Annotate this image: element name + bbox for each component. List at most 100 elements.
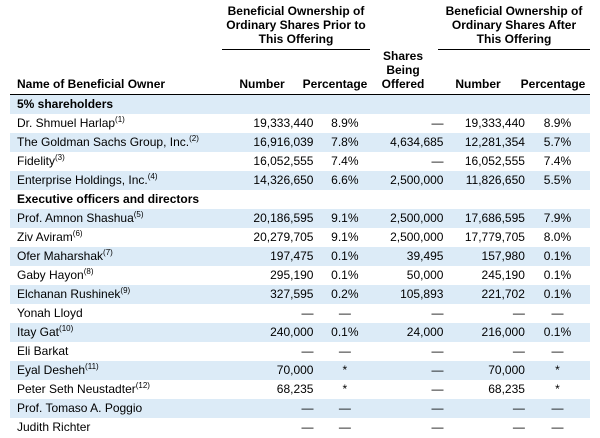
percentage-cell: 0.1% (316, 323, 374, 342)
number-cell: — (301, 306, 314, 320)
owner-name: Eyal Desheh (17, 363, 86, 377)
footnote-ref: (4) (147, 172, 158, 181)
number-after-cell: 216,000 (445, 323, 525, 342)
shares-offered-cell: — (431, 420, 444, 434)
shares-offered-cell: 2,500,000 (373, 171, 446, 190)
prior-group-underline (222, 49, 370, 50)
section-title: 5% shareholders (10, 95, 590, 114)
percentage-cell: 9.1% (331, 230, 359, 244)
shares-offered-cell: 4,634,685 (373, 133, 446, 152)
percentage-after-cell: — (551, 420, 564, 434)
col-header-number-after: Number (455, 77, 501, 91)
col-header-number: Number (239, 77, 285, 91)
ownership-table-container: Beneficial Ownership of Ordinary Shares … (0, 0, 600, 438)
percentage-cell: * (342, 382, 348, 396)
table-row: Judith Richter — — — — — (10, 418, 590, 437)
section-row: 5% shareholders (10, 95, 590, 114)
number-cell: — (301, 420, 314, 434)
owner-name-cell: Yonah Lloyd (10, 304, 234, 323)
table-row: Ziv Aviram(6) 20,279,705 9.1% 2,500,000 17,7… (10, 228, 590, 247)
prior-group-line-2: Ordinary Shares Prior to (226, 18, 366, 32)
number-after-cell: 12,281,354 (445, 133, 525, 152)
footnote-ref: (1) (115, 115, 125, 124)
percentage-cell: 0.2% (316, 285, 374, 304)
number-cell: 20,186,595 (233, 209, 317, 228)
number-cell: 20,279,705 (253, 230, 314, 244)
number-cell: 240,000 (233, 323, 317, 342)
table-row: Itay Gat(10) 240,000 0.1% 24,000 216,000 0.1% (10, 323, 590, 342)
owner-name: Itay Gat (17, 325, 60, 339)
owner-name-cell: Dr. Shmuel Harlap(1) (10, 114, 234, 133)
owner-name-cell: Eli Barkat (10, 342, 234, 361)
after-offering-group-header: Beneficial Ownership of Ordinary Shares … (438, 4, 590, 50)
shares-offered-cell: 2,500,000 (373, 209, 446, 228)
percentage-after-cell: — (524, 399, 590, 418)
number-after-cell: 19,333,440 (464, 116, 525, 130)
number-after-cell: — (512, 306, 525, 320)
number-after-cell: 245,190 (481, 268, 525, 282)
footnote-ref: (10) (59, 324, 74, 333)
shares-offered-cell: 50,000 (406, 268, 444, 282)
percentage-cell: — (316, 399, 374, 418)
owner-name: Elchanan Rushinek (17, 287, 121, 301)
col-header-percentage-after: Percentage (520, 77, 586, 91)
number-cell: 327,595 (233, 285, 317, 304)
percentage-cell: 0.1% (316, 247, 374, 266)
number-cell: 14,326,650 (233, 171, 317, 190)
percentage-after-cell: 0.1% (543, 268, 572, 282)
percentage-after-cell: 0.1% (524, 323, 590, 342)
owner-name: Judith Richter (17, 420, 91, 434)
table-row: Eyal Desheh(11) 70,000 * —70,000 * (10, 361, 590, 380)
number-cell: 68,235 (276, 382, 314, 396)
shares-offered-cell: — (431, 306, 444, 320)
table-row: Ofer Maharshak(7) 197,475 0.1% 39,495 157,98… (10, 247, 590, 266)
percentage-after-cell: * (524, 361, 590, 380)
footnote-ref: (7) (103, 248, 113, 257)
percentage-after-cell: 8.9% (543, 116, 572, 130)
percentage-cell: * (316, 361, 374, 380)
offered-line-1: Shares (382, 49, 424, 63)
owner-name-cell: Ofer Maharshak(7) (10, 247, 234, 266)
offered-line-3: Offered (381, 77, 425, 91)
number-after-cell: 17,779,705 (464, 230, 525, 244)
table-row: The Goldman Sachs Group, Inc.(2) 16,916,0… (10, 133, 590, 152)
owner-name-cell: Itay Gat(10) (10, 323, 234, 342)
owner-name: The Goldman Sachs Group, Inc. (17, 135, 190, 149)
owner-name: Ziv Aviram (17, 230, 73, 244)
number-after-cell: 16,052,555 (464, 154, 525, 168)
col-header-name: Name of Beneficial Owner (17, 77, 166, 91)
owner-name: Fidelity (17, 154, 56, 168)
footnote-ref: (9) (120, 286, 131, 295)
owner-name-cell: Eyal Desheh(11) (10, 361, 234, 380)
table-row: Enterprise Holdings, Inc.(4) 14,326,650 6.… (10, 171, 590, 190)
number-after-cell: 17,686,595 (445, 209, 525, 228)
owner-name-cell: Gaby Hayon(8) (10, 266, 234, 285)
shares-offered-cell: — (431, 382, 444, 396)
table-row: Yonah Lloyd — — — — — (10, 304, 590, 323)
owner-name: Dr. Shmuel Harlap (17, 116, 116, 130)
footnote-ref: (5) (133, 210, 144, 219)
percentage-after-cell: 5.7% (524, 133, 590, 152)
owner-name-cell: Prof. Tomaso A. Poggio (10, 399, 234, 418)
owner-name: Enterprise Holdings, Inc. (17, 173, 148, 187)
owner-name: Gaby Hayon (17, 268, 84, 282)
section-row: Executive officers and directors (10, 190, 590, 209)
footnote-ref: (8) (83, 267, 94, 276)
number-after-cell: — (512, 420, 525, 434)
col-header-shares-offered: Shares Being Offered (370, 49, 436, 91)
percentage-after-cell: 8.0% (543, 230, 572, 244)
footnote-ref: (3) (55, 153, 65, 162)
number-cell: 16,052,555 (253, 154, 314, 168)
number-cell: 197,475 (233, 247, 317, 266)
owner-name-cell: Ziv Aviram(6) (10, 228, 234, 247)
table-row: Prof. Tomaso A. Poggio — — — — — (10, 399, 590, 418)
footnote-ref: (6) (72, 229, 83, 238)
prior-group-line-3: This Offering (258, 32, 334, 46)
percentage-after-cell: 0.1% (524, 285, 590, 304)
percentage-after-cell: 7.4% (543, 154, 572, 168)
owner-name: Ofer Maharshak (17, 249, 104, 263)
number-after-cell: 157,980 (445, 247, 525, 266)
owner-name-cell: Peter Seth Neustadter(12) (10, 380, 234, 399)
number-after-cell: 11,826,650 (445, 171, 525, 190)
percentage-after-cell: * (555, 382, 560, 396)
